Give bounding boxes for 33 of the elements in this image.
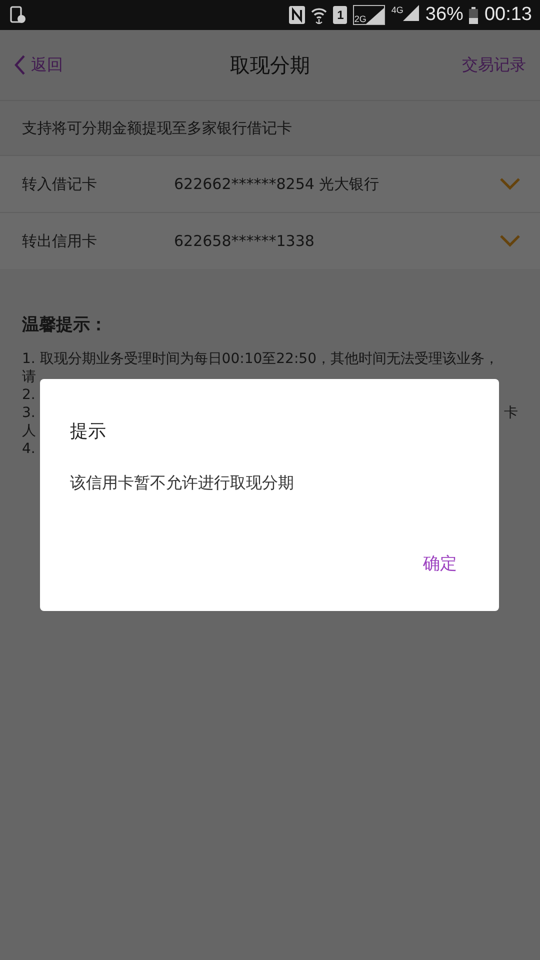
chevron-down-icon — [500, 178, 520, 190]
confirm-button[interactable]: 确定 — [419, 548, 461, 579]
tip-text: 人 — [22, 423, 36, 439]
network-label: 4G — [391, 5, 404, 15]
card-select-row[interactable]: 转出信用卡 622658******1338 — [0, 212, 540, 269]
row-label: 转入借记卡 — [22, 174, 98, 194]
battery-percent: 36% — [425, 4, 464, 26]
tip-text: 请 — [22, 369, 36, 385]
card-number: 622658******1338 — [174, 232, 316, 250]
wifi-icon — [311, 6, 328, 24]
nfc-icon — [289, 6, 306, 24]
signal-icon: 2G — [353, 5, 386, 25]
transactions-link[interactable]: 交易记录 — [416, 54, 526, 76]
chevron-left-icon — [14, 55, 25, 75]
back-button[interactable]: 返回 — [14, 54, 124, 76]
row-label: 转出信用卡 — [22, 232, 98, 250]
tip-text: 卡 — [504, 404, 518, 422]
tip-text: 1. 取现分期业务受理时间为每日00:10至22:50，其他时间无法受理该业务， — [22, 351, 498, 367]
tips-title: 温馨提示： — [22, 314, 108, 336]
tip-text: 4. — [22, 441, 36, 457]
sim-icon: 1 — [333, 6, 348, 24]
battery-icon — [469, 6, 478, 24]
screen-icon — [10, 6, 26, 24]
dialog-title: 提示 — [70, 420, 106, 443]
card-number: 622662******8254 光大银行 — [174, 174, 380, 194]
page-title: 取现分期 — [229, 52, 311, 78]
tip-text: 3. — [22, 405, 36, 421]
signal-icon — [403, 5, 420, 21]
clock: 00:13 — [484, 4, 532, 26]
card-select-row[interactable]: 转入借记卡 622662******8254 光大银行 — [0, 155, 540, 212]
dialog-message: 该信用卡暂不允许进行取现分期 — [70, 473, 294, 494]
chevron-down-icon — [500, 235, 520, 247]
tip-text: 2. — [22, 387, 36, 403]
